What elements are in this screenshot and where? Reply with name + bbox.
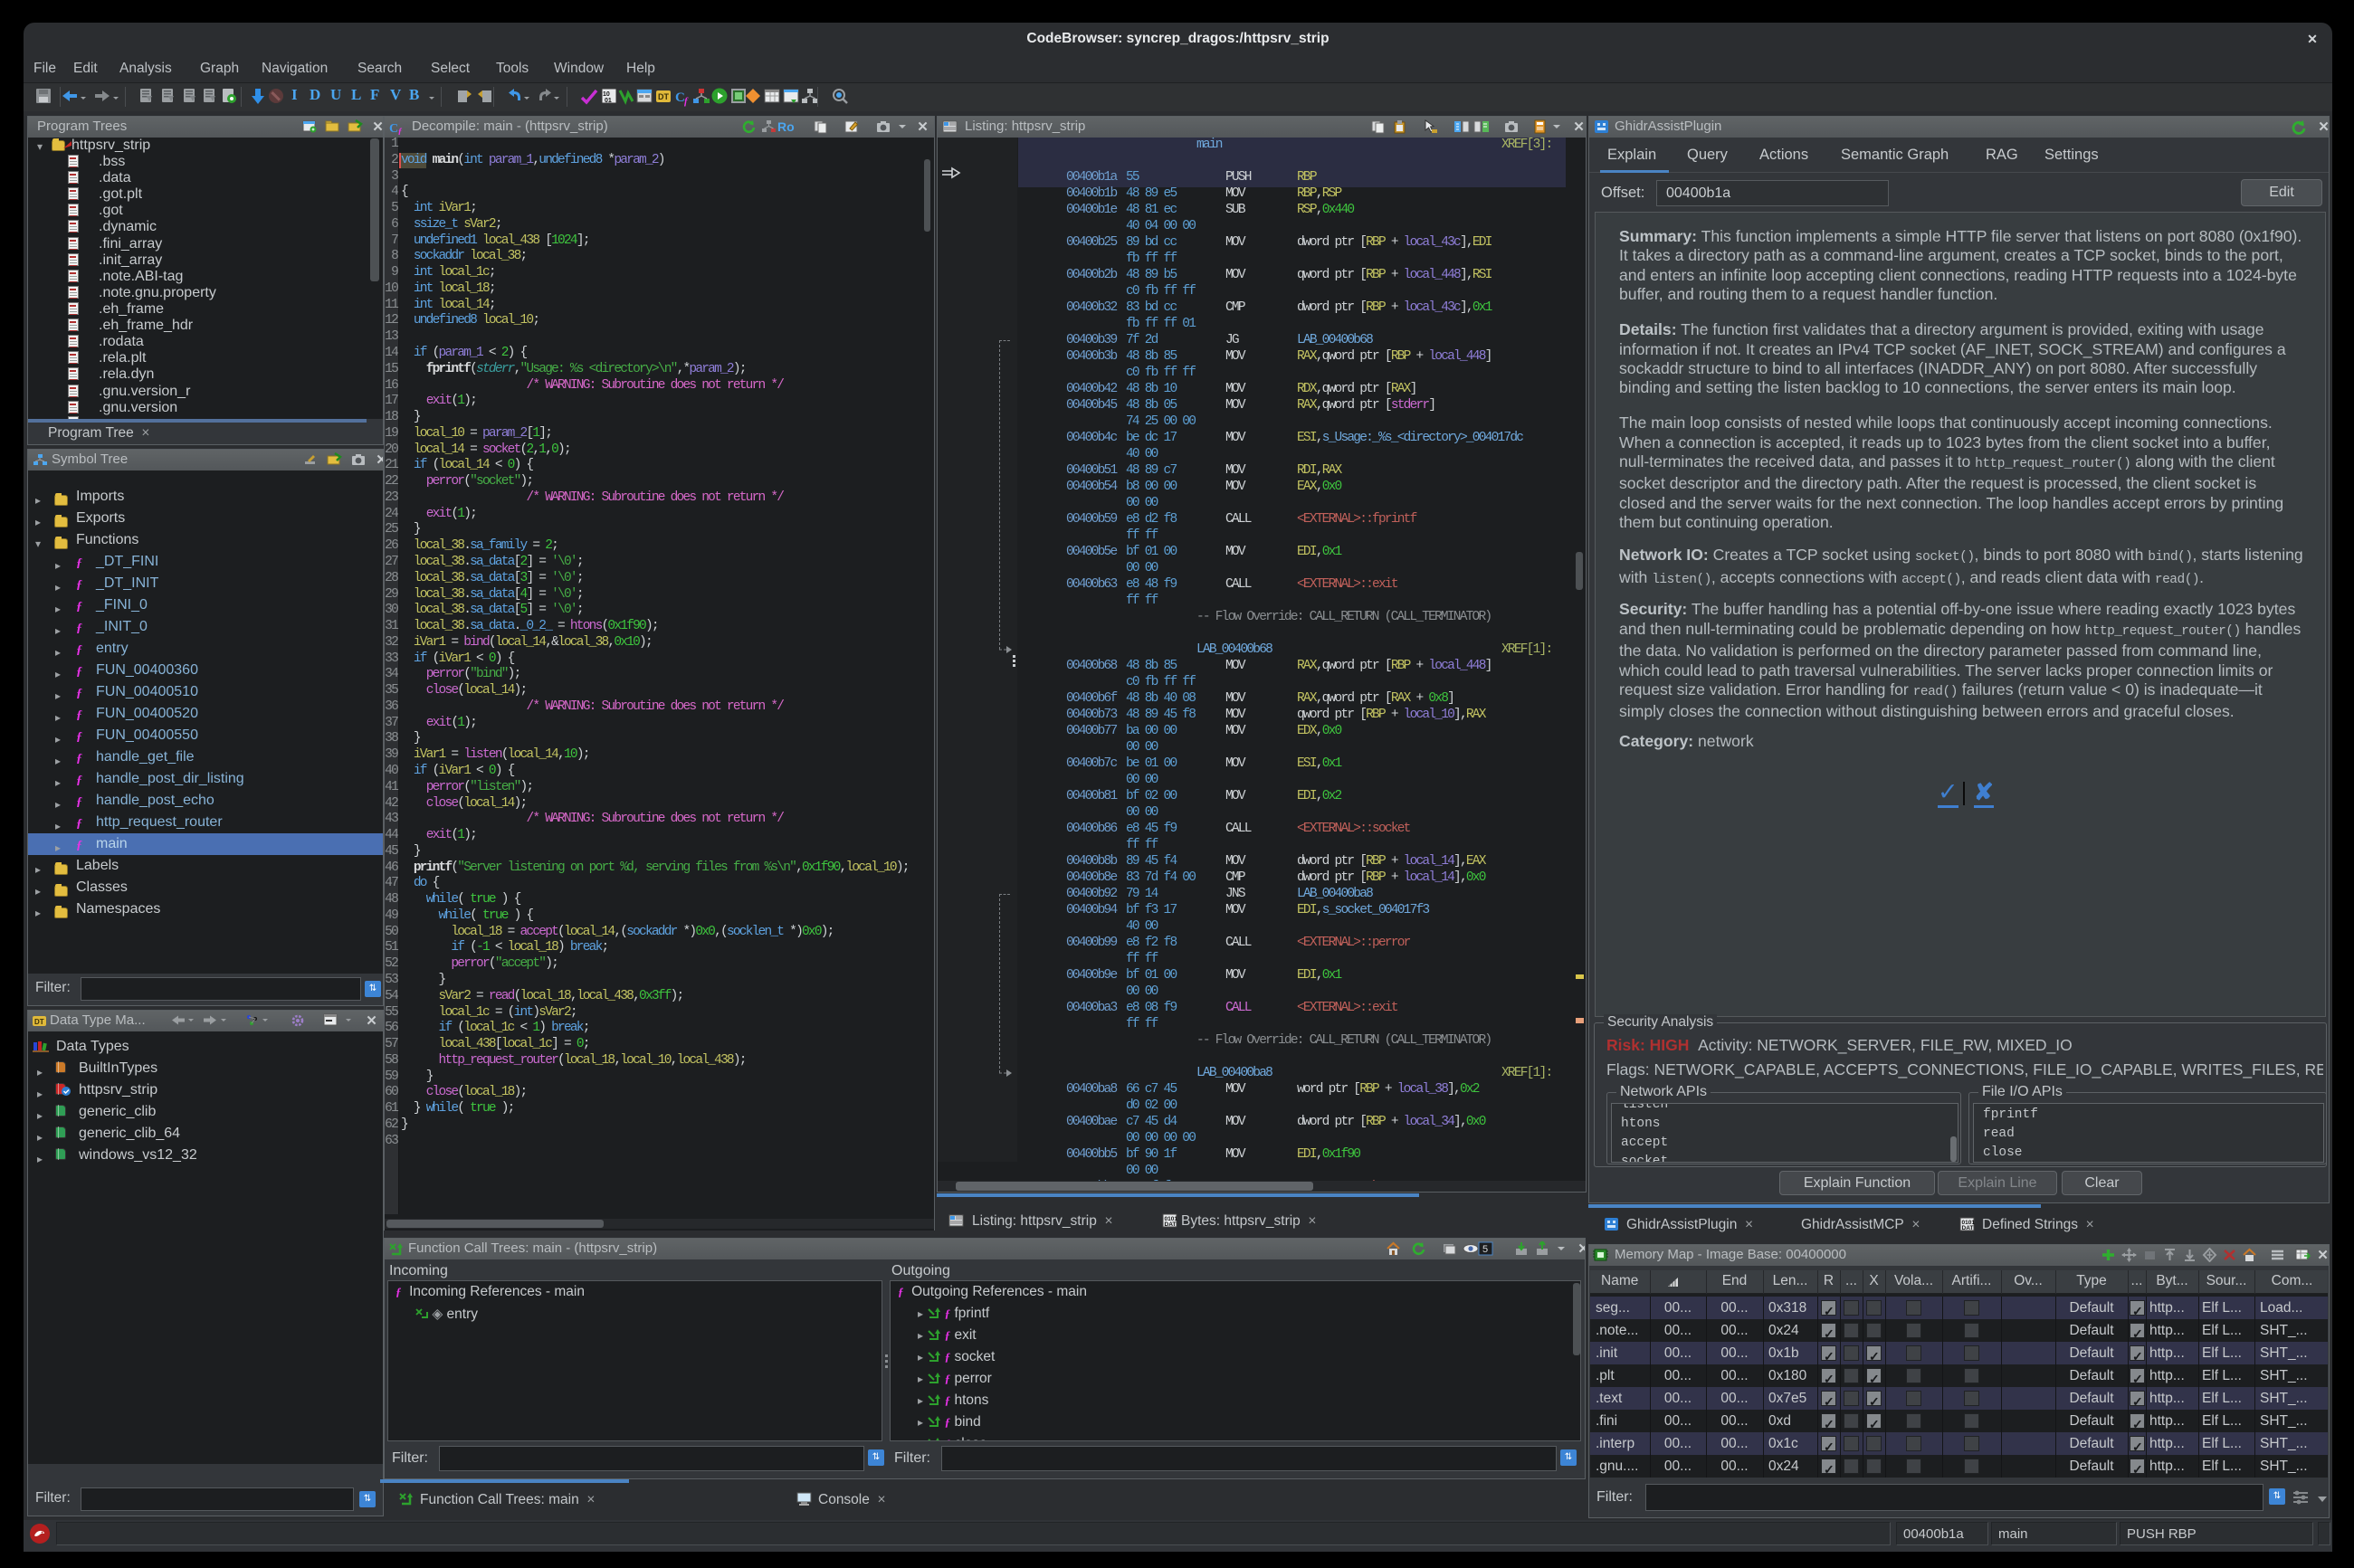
svg-text:10: 10 [603, 91, 610, 98]
svg-text:f: f [684, 96, 689, 107]
svg-text:DT: DT [658, 92, 669, 101]
svg-text:DAT: DAT [1165, 1221, 1177, 1228]
svg-text:DT: DT [34, 1018, 44, 1026]
svg-text:5: 5 [1482, 1244, 1488, 1255]
svg-text:DAT: DAT [1962, 1225, 1974, 1231]
svg-text:f: f [398, 128, 403, 135]
svg-text:01: 01 [605, 98, 612, 104]
svg-text:Ro: Ro [777, 119, 795, 134]
svg-text:C: C [389, 122, 398, 135]
